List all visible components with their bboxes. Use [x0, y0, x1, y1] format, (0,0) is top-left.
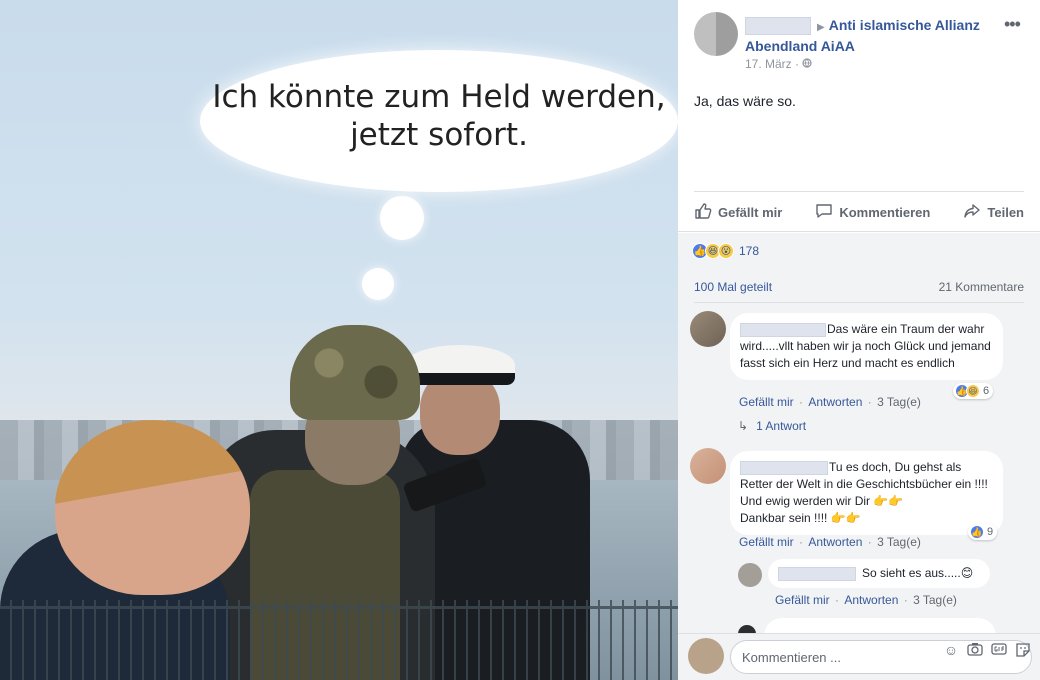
globe-icon	[802, 57, 812, 71]
comment-reactions[interactable]: 👍 😆 6	[953, 383, 994, 399]
comment-icon	[815, 202, 833, 223]
comment-input-placeholder: Kommentieren ...	[742, 650, 841, 665]
separator-dot: ·	[795, 535, 807, 549]
comment-like-link[interactable]: Gefällt mir	[739, 395, 794, 409]
comment-text-continued: Dankbar sein !!!!	[740, 511, 828, 525]
thought-bubble-puff	[362, 268, 394, 300]
wow-reaction-icon: 😮	[718, 243, 734, 259]
comment-reaction-count: 9	[987, 526, 994, 538]
post-header: ▶ Anti islamische Allianz Abendland AiAA …	[678, 0, 1040, 232]
current-user-avatar	[688, 638, 724, 674]
comment-reactions[interactable]: 👍 9	[968, 524, 998, 540]
comment-time[interactable]: 3 Tag(e)	[913, 593, 957, 607]
photo-officer-cap	[405, 345, 515, 385]
comment-meta: Gefällt mir · Antworten · 3 Tag(e)	[739, 395, 921, 409]
comment-composer: Kommentieren ... ☺	[678, 633, 1040, 680]
comment-meta: Gefällt mir · Antworten · 3 Tag(e)	[739, 535, 921, 549]
like-reaction-icon: 👍	[970, 525, 984, 539]
view-replies-label: 1 Antwort	[756, 419, 807, 433]
separator-dot: ·	[864, 535, 876, 549]
share-icon	[963, 202, 981, 223]
comment-time[interactable]: 3 Tag(e)	[877, 535, 921, 549]
thought-bubble-text: Ich könnte zum Held werden, jetzt sofort…	[200, 78, 678, 154]
thumbs-up-icon	[694, 202, 712, 223]
separator-dot: ·	[864, 395, 876, 409]
like-button-label: Gefällt mir	[718, 205, 783, 220]
like-button[interactable]: Gefällt mir	[694, 202, 782, 223]
post-text: Ja, das wäre so.	[694, 93, 796, 109]
smiley-icon: 😊	[960, 566, 974, 580]
photo-soldier-helmet	[290, 325, 420, 420]
reactions-summary[interactable]: 👍 😆 😮 178	[692, 243, 759, 259]
redacted-commenter-name	[740, 322, 826, 337]
thought-bubble-line1: Ich könnte zum Held werden,	[212, 79, 666, 115]
share-button-label: Teilen	[987, 205, 1024, 220]
redacted-commenter-name	[778, 566, 856, 581]
post-side-panel: ▶ Anti islamische Allianz Abendland AiAA …	[678, 0, 1040, 680]
thought-bubble-line2: jetzt sofort.	[350, 117, 528, 153]
triangle-right-icon: ▶	[817, 22, 825, 33]
composer-tools: ☺	[942, 642, 1032, 661]
commenter-avatar[interactable]	[690, 311, 726, 347]
comment-meta: Gefällt mir · Antworten · 3 Tag(e)	[775, 593, 957, 607]
comment-bubble: So sieht es aus.....😊	[768, 559, 990, 588]
post-author-line: ▶ Anti islamische Allianz Abendland AiAA	[745, 16, 1015, 56]
comment-bubble: Das wäre ein Traum der wahr wird.....vll…	[730, 313, 1003, 380]
post-date[interactable]: 17. März	[745, 57, 792, 71]
comment-button-label: Kommentieren	[839, 205, 931, 220]
pointing-hand-icon: 👉👉	[873, 494, 904, 508]
comments-feed: 👍 😆 😮 178 100 Mal geteilt 21 Kommentare …	[678, 233, 1040, 658]
post-photo[interactable]: Ich könnte zum Held werden, jetzt sofort…	[0, 0, 678, 680]
redacted-commenter-name	[740, 460, 828, 475]
separator-dot: ·	[900, 593, 912, 607]
emoji-icon[interactable]: ☺	[942, 642, 960, 661]
comments-count-link[interactable]: 21 Kommentare	[939, 280, 1024, 294]
share-button[interactable]: Teilen	[963, 202, 1024, 223]
commenter-avatar[interactable]	[738, 563, 762, 587]
camera-icon[interactable]	[966, 642, 984, 661]
separator-dot: ·	[831, 593, 843, 607]
redacted-author-name	[745, 17, 811, 36]
photo-railing	[0, 600, 678, 680]
comment-text: So sieht es aus.....	[862, 566, 961, 580]
post-date-line: 17. März ·	[745, 57, 812, 71]
comment-button[interactable]: Kommentieren	[815, 202, 930, 223]
gif-icon[interactable]	[990, 642, 1008, 661]
post-stats: 100 Mal geteilt 21 Kommentare	[694, 271, 1024, 303]
haha-reaction-icon: 😆	[966, 384, 980, 398]
thought-bubble-puff	[380, 196, 424, 240]
reaction-count: 178	[739, 244, 760, 258]
commenter-avatar[interactable]	[690, 448, 726, 484]
author-avatar[interactable]	[694, 12, 738, 56]
more-icon[interactable]: •••	[1004, 14, 1021, 35]
sticker-icon[interactable]	[1014, 642, 1032, 661]
comment-time[interactable]: 3 Tag(e)	[877, 395, 921, 409]
comment-bubble: Tu es doch, Du gehst als Retter der Welt…	[730, 451, 1003, 535]
comment-reply-link[interactable]: Antworten	[808, 535, 862, 549]
comment-reply-link[interactable]: Antworten	[844, 593, 898, 607]
post-actions-bar: Gefällt mir Kommentieren Teilen	[694, 191, 1024, 233]
photo-woman-head	[55, 420, 250, 595]
shares-link[interactable]: 100 Mal geteilt	[694, 280, 772, 294]
comment-reaction-count: 6	[983, 385, 990, 397]
pointing-hand-icon: 👉👉	[830, 511, 861, 525]
comment-reply-link[interactable]: Antworten	[808, 395, 862, 409]
comment-like-link[interactable]: Gefällt mir	[775, 593, 830, 607]
reply-arrow-icon: ↳	[738, 419, 749, 433]
comment-like-link[interactable]: Gefällt mir	[739, 535, 794, 549]
separator-dot: ·	[795, 395, 807, 409]
view-replies-link[interactable]: ↳ 1 Antwort	[738, 419, 806, 433]
